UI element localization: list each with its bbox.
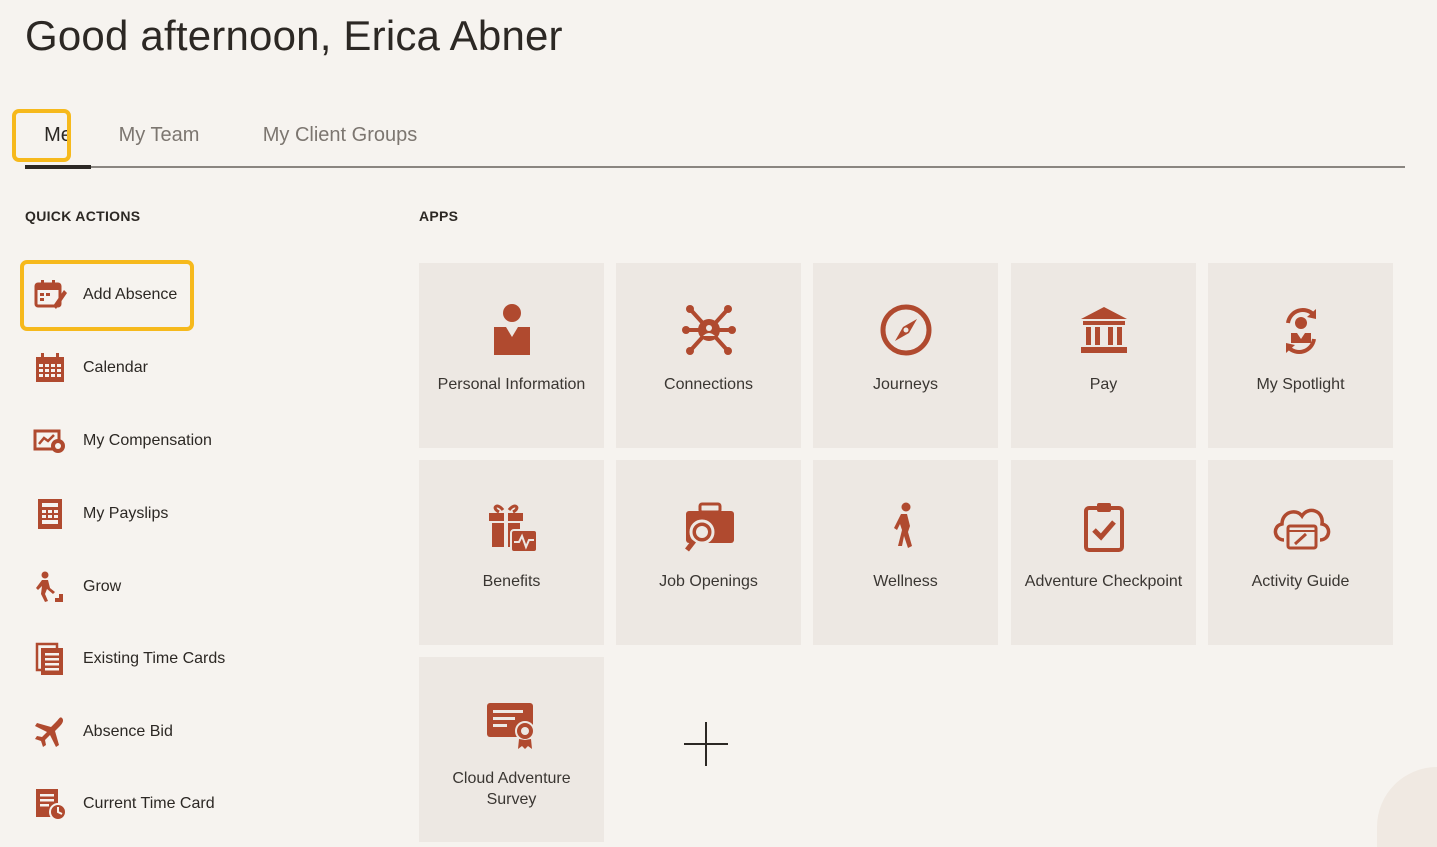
app-tile-label: My Spotlight xyxy=(1256,376,1345,393)
quick-action-add-absence[interactable]: Add Absence xyxy=(25,273,325,317)
quick-action-label: Absence Bid xyxy=(83,723,173,740)
quick-action-label: Current Time Card xyxy=(83,795,215,812)
app-tile-personal-information[interactable]: Personal Information xyxy=(419,263,604,448)
app-tile-label: Personal Information xyxy=(437,376,586,393)
app-tile-label: Benefits xyxy=(482,573,541,590)
clipboard-check-icon xyxy=(1011,498,1196,556)
grow-icon xyxy=(33,570,67,604)
add-app-button[interactable] xyxy=(684,722,728,766)
quick-action-label: Grow xyxy=(83,578,122,595)
app-tile-label: Pay xyxy=(1089,376,1118,393)
app-tile-benefits[interactable]: Benefits xyxy=(419,460,604,645)
app-tile-cloud-adventure-survey[interactable]: Cloud Adventure Survey xyxy=(419,657,604,842)
compensation-icon xyxy=(33,424,67,458)
connections-icon xyxy=(616,301,801,359)
time-cards-icon xyxy=(33,642,67,676)
quick-action-label: My Compensation xyxy=(83,432,212,449)
tab-me[interactable]: Me xyxy=(25,106,91,164)
app-tile-label: Wellness xyxy=(873,573,938,590)
background-decoration xyxy=(1377,767,1437,847)
tab-my-team[interactable]: My Team xyxy=(109,106,209,164)
tab-my-client-groups[interactable]: My Client Groups xyxy=(255,106,425,164)
app-tile-label: Connections xyxy=(664,376,753,393)
quick-action-my-compensation[interactable]: My Compensation xyxy=(25,419,325,463)
app-tile-label: Journeys xyxy=(873,376,938,393)
app-tile-label: Cloud Adventure Survey xyxy=(452,770,571,808)
calendar-icon xyxy=(33,351,67,385)
app-tile-adventure-checkpoint[interactable]: Adventure Checkpoint xyxy=(1011,460,1196,645)
greeting-heading: Good afternoon, Erica Abner xyxy=(25,12,563,59)
cloud-activity-icon xyxy=(1208,498,1393,556)
benefits-gift-icon xyxy=(419,498,604,556)
app-tile-label: Job Openings xyxy=(659,573,758,590)
compass-icon xyxy=(813,301,998,359)
payslip-icon xyxy=(33,497,67,531)
absence-bid-icon xyxy=(33,715,67,749)
quick-action-grow[interactable]: Grow xyxy=(25,565,325,609)
app-tile-activity-guide[interactable]: Activity Guide xyxy=(1208,460,1393,645)
app-tile-journeys[interactable]: Journeys xyxy=(813,263,998,448)
app-tile-label: Adventure Checkpoint xyxy=(1024,573,1183,590)
app-tile-wellness[interactable]: Wellness xyxy=(813,460,998,645)
quick-actions-title: QUICK ACTIONS xyxy=(25,208,141,224)
briefcase-search-icon xyxy=(616,498,801,556)
quick-action-absence-bid[interactable]: Absence Bid xyxy=(25,710,325,754)
spotlight-icon xyxy=(1208,301,1393,359)
app-tile-connections[interactable]: Connections xyxy=(616,263,801,448)
current-time-card-icon xyxy=(33,787,67,821)
app-tile-job-openings[interactable]: Job Openings xyxy=(616,460,801,645)
add-absence-icon xyxy=(33,278,67,312)
quick-action-label: My Payslips xyxy=(83,505,169,522)
bank-icon xyxy=(1011,301,1196,359)
quick-action-label: Existing Time Cards xyxy=(83,650,226,667)
app-tile-pay[interactable]: Pay xyxy=(1011,263,1196,448)
wellness-figure-icon xyxy=(813,498,998,556)
quick-action-current-time-card[interactable]: Current Time Card xyxy=(25,782,325,826)
survey-certificate-icon xyxy=(419,695,604,753)
app-tile-my-spotlight[interactable]: My Spotlight xyxy=(1208,263,1393,448)
apps-title: APPS xyxy=(419,208,459,224)
active-tab-indicator xyxy=(25,165,91,169)
quick-action-label: Add Absence xyxy=(83,286,178,303)
person-icon xyxy=(419,301,604,359)
quick-action-existing-time-cards[interactable]: Existing Time Cards xyxy=(25,637,325,681)
app-tile-label: Activity Guide xyxy=(1251,573,1350,590)
quick-action-label: Calendar xyxy=(83,359,148,376)
quick-action-my-payslips[interactable]: My Payslips xyxy=(25,492,325,536)
page: Good afternoon, Erica Abner Me My Team M… xyxy=(0,0,1437,847)
tab-bar: Me My Team My Client Groups xyxy=(25,106,1405,169)
quick-action-calendar[interactable]: Calendar xyxy=(25,346,325,390)
